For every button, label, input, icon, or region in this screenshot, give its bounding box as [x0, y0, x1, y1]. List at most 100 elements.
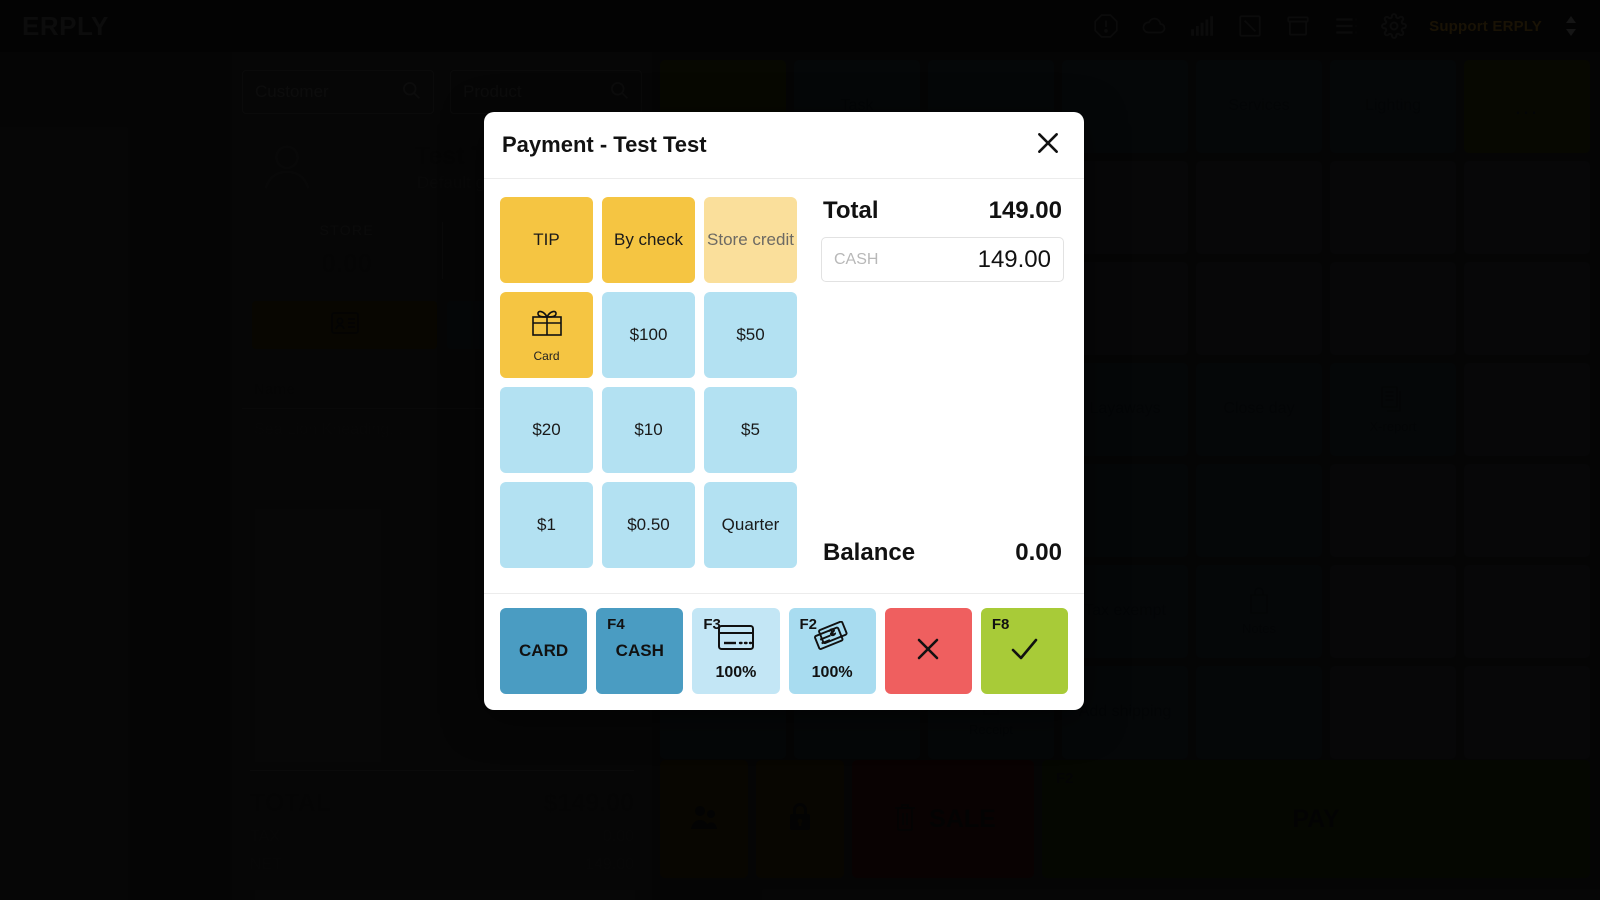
denom-button-by-check[interactable]: By check: [602, 197, 695, 283]
modal-header: Payment - Test Test: [484, 112, 1084, 179]
id-card-icon: [330, 311, 359, 340]
denom-label: Store credit: [707, 229, 794, 249]
tile-empty[interactable]: [1464, 666, 1590, 759]
tile-empty[interactable]: [1330, 464, 1456, 557]
pay-button[interactable]: F2 PAY: [1042, 760, 1590, 878]
denom-sublabel: Card: [533, 348, 560, 363]
store-credit-block: STORE 0.00: [252, 222, 442, 279]
alert-octagon-icon[interactable]: [1093, 13, 1119, 39]
pos-screen: ERPLY Support ERPLY Customer Product Tes…: [0, 0, 1600, 900]
tile-empty[interactable]: [1196, 464, 1322, 557]
tile-empty[interactable]: [1464, 363, 1590, 456]
cash-amount-input[interactable]: CASH 149.00: [821, 237, 1064, 282]
denom-button-50[interactable]: $50: [704, 292, 797, 378]
denom-label: $0.50: [627, 514, 670, 534]
footer-button-cash[interactable]: F4 CASH: [596, 608, 684, 694]
denom-button-tip[interactable]: TIP: [500, 197, 593, 283]
cash-input-value: 149.00: [977, 245, 1051, 273]
search-icon: [401, 80, 421, 105]
denom-button-quarter[interactable]: Quarter: [704, 482, 797, 568]
summary-spacer: [821, 282, 1064, 539]
tile-empty[interactable]: [1330, 262, 1456, 355]
shortcut-key: F8: [991, 616, 1010, 633]
tile-services[interactable]: Services: [1196, 60, 1322, 153]
tile-empty[interactable]: [1464, 262, 1590, 355]
product-search-input[interactable]: Product: [450, 70, 642, 114]
gift-icon: [530, 307, 564, 342]
tile-label: Close day: [1223, 400, 1295, 418]
denom-button-20[interactable]: $20: [500, 387, 593, 473]
pay-shortcut-key: F2: [1056, 770, 1074, 787]
trash-icon: [890, 800, 920, 839]
shortcut-key: F4: [607, 616, 625, 633]
gear-icon[interactable]: [1381, 13, 1407, 39]
footer-button-percent: 100%: [811, 663, 853, 681]
sale-button[interactable]: SALE: [852, 760, 1034, 878]
denom-label: $1: [537, 514, 556, 534]
tile-empty[interactable]: [1330, 565, 1456, 658]
tile-empty[interactable]: [1464, 565, 1590, 658]
denom-label: $20: [532, 419, 561, 439]
tile-lighting[interactable]: Lighting: [1330, 60, 1456, 153]
close-button[interactable]: [1030, 127, 1066, 163]
customer-card-button[interactable]: [252, 301, 437, 349]
footer-button-check[interactable]: F8: [980, 608, 1069, 694]
denom-button-1[interactable]: $1: [500, 482, 593, 568]
tile-notes[interactable]: Notes: [1196, 565, 1322, 658]
modal-balance-label: Balance: [823, 539, 916, 566]
modal-title: Payment - Test Test: [502, 132, 707, 157]
tile-label: X-report: [1369, 419, 1417, 435]
tile-empty[interactable]: [1330, 161, 1456, 254]
cash-input-placeholder: CASH: [834, 250, 879, 268]
tile-empty[interactable]: [1196, 161, 1322, 254]
signal-bars-icon[interactable]: [1189, 13, 1215, 39]
footer-button-x[interactable]: [884, 608, 972, 694]
footer-button-card[interactable]: CARD: [500, 608, 588, 694]
denom-button-card[interactable]: Card: [500, 292, 593, 378]
denom-button-100[interactable]: $100: [602, 292, 695, 378]
denom-button-0.50[interactable]: $0.50: [602, 482, 695, 568]
support-erply-label[interactable]: Support ERPLY: [1429, 18, 1542, 35]
tile-empty[interactable]: [1330, 666, 1456, 759]
denom-button-store-credit[interactable]: Store credit: [704, 197, 797, 283]
totals-section: TOTAL $149.00 TAX 0.00 NET 149.00: [250, 770, 634, 874]
footer-button-cash-bills[interactable]: F2 100%: [788, 608, 876, 694]
x-icon: [909, 633, 947, 670]
net-row: NET 149.00: [250, 856, 634, 874]
pay-label: PAY: [1292, 804, 1340, 833]
tile-empty[interactable]: [1464, 464, 1590, 557]
modal-body: TIP By check Store credit Card $100 $50 $20 $10…: [484, 179, 1084, 593]
footer-button-credit-card[interactable]: F3 100%: [692, 608, 780, 694]
close-icon: [1035, 130, 1061, 161]
denom-label: Quarter: [721, 514, 780, 534]
tile-empty[interactable]: [1196, 666, 1322, 759]
denom-label: $10: [634, 419, 663, 439]
store-label: STORE: [319, 222, 374, 238]
shortcut-key: F3: [703, 616, 721, 633]
tile-empty[interactable]: [1196, 262, 1322, 355]
tax-value: 0.00: [602, 828, 634, 845]
lock-icon: [785, 800, 815, 839]
list-menu-icon[interactable]: [1333, 13, 1359, 39]
denom-button-5[interactable]: $5: [704, 387, 797, 473]
pen-square-icon[interactable]: [1237, 13, 1263, 39]
customer-search-input[interactable]: Customer: [242, 70, 434, 114]
sort-updown-icon[interactable]: [1564, 15, 1578, 37]
modal-balance-value: 0.00: [1015, 539, 1062, 566]
modal-total-row: Total 149.00: [821, 197, 1064, 225]
denom-button-10[interactable]: $10: [602, 387, 695, 473]
tile-label: Services: [1228, 97, 1290, 115]
footer-button-label: CARD: [519, 641, 569, 660]
tile-label: Tax exempt: [1084, 602, 1166, 620]
users-button[interactable]: [660, 760, 748, 878]
tile-[interactable]: ...: [1464, 60, 1590, 153]
cloud-icon[interactable]: [1141, 13, 1167, 39]
tile-close-day[interactable]: Close day: [1196, 363, 1322, 456]
tile-empty[interactable]: [1464, 161, 1590, 254]
tile-label: Receipt: [968, 722, 1014, 738]
tile-x-report[interactable]: X-report: [1330, 363, 1456, 456]
denom-label: $5: [741, 419, 760, 439]
archive-box-icon[interactable]: [1285, 13, 1311, 39]
document-stack-icon: [1378, 384, 1408, 414]
lock-button[interactable]: [756, 760, 844, 878]
